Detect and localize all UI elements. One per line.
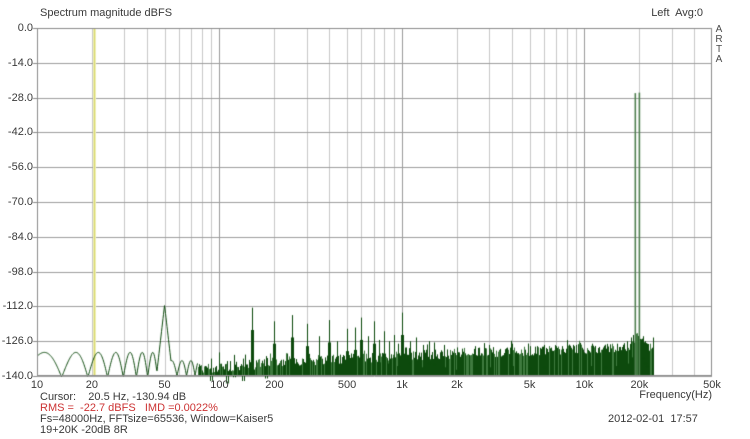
x-axis-tick-label: 100 bbox=[210, 379, 229, 391]
y-axis-tick-label: -126.0 bbox=[1, 335, 33, 348]
x-axis-tick-label: 50 bbox=[158, 379, 171, 391]
datetime-stamp: 2012-02-01 17:57 bbox=[608, 413, 698, 425]
measurement-note: 19+20K -20dB 8R bbox=[40, 424, 128, 436]
x-axis-title: Frequency(Hz) bbox=[639, 389, 712, 401]
x-axis-tick-label: 500 bbox=[337, 379, 357, 391]
y-axis-tick-label: 0.0 bbox=[17, 22, 33, 34]
x-axis-tick-label: 200 bbox=[265, 379, 284, 391]
x-axis-tick-label: 1k bbox=[396, 379, 408, 391]
channel-label: Left bbox=[651, 7, 670, 19]
brand-logo-vertical: ARTA bbox=[712, 25, 726, 65]
x-axis-tick-label: 10 bbox=[30, 379, 44, 391]
spectrum-analyzer-window: Spectrum magnitude dBFS Left Avg:0 ARTA … bbox=[0, 0, 750, 439]
spectrum-plot-canvas[interactable] bbox=[0, 0, 750, 439]
y-axis-tick-label: -28.0 bbox=[7, 91, 33, 104]
y-axis-tick-label: -98.0 bbox=[7, 265, 33, 278]
y-axis-tick-label: -14.0 bbox=[7, 56, 33, 69]
x-axis-tick-label: 2k bbox=[451, 379, 463, 391]
channel-avg-readout: Left Avg:0 bbox=[560, 8, 703, 19]
plot-title: Spectrum magnitude dBFS bbox=[40, 7, 173, 19]
brand-letter: A bbox=[715, 54, 723, 65]
avg-count-label: Avg:0 bbox=[675, 7, 703, 19]
y-axis-tick-label: -56.0 bbox=[7, 161, 33, 174]
x-axis-tick-label: 20 bbox=[85, 379, 99, 391]
y-axis-tick-label: -84.0 bbox=[7, 230, 33, 243]
y-axis-tick-label: -42.0 bbox=[7, 126, 33, 139]
y-axis-tick-label: -112.0 bbox=[2, 300, 33, 313]
x-axis-tick-label: 5k bbox=[523, 379, 536, 391]
y-axis-tick-label: -70.0 bbox=[7, 196, 33, 208]
